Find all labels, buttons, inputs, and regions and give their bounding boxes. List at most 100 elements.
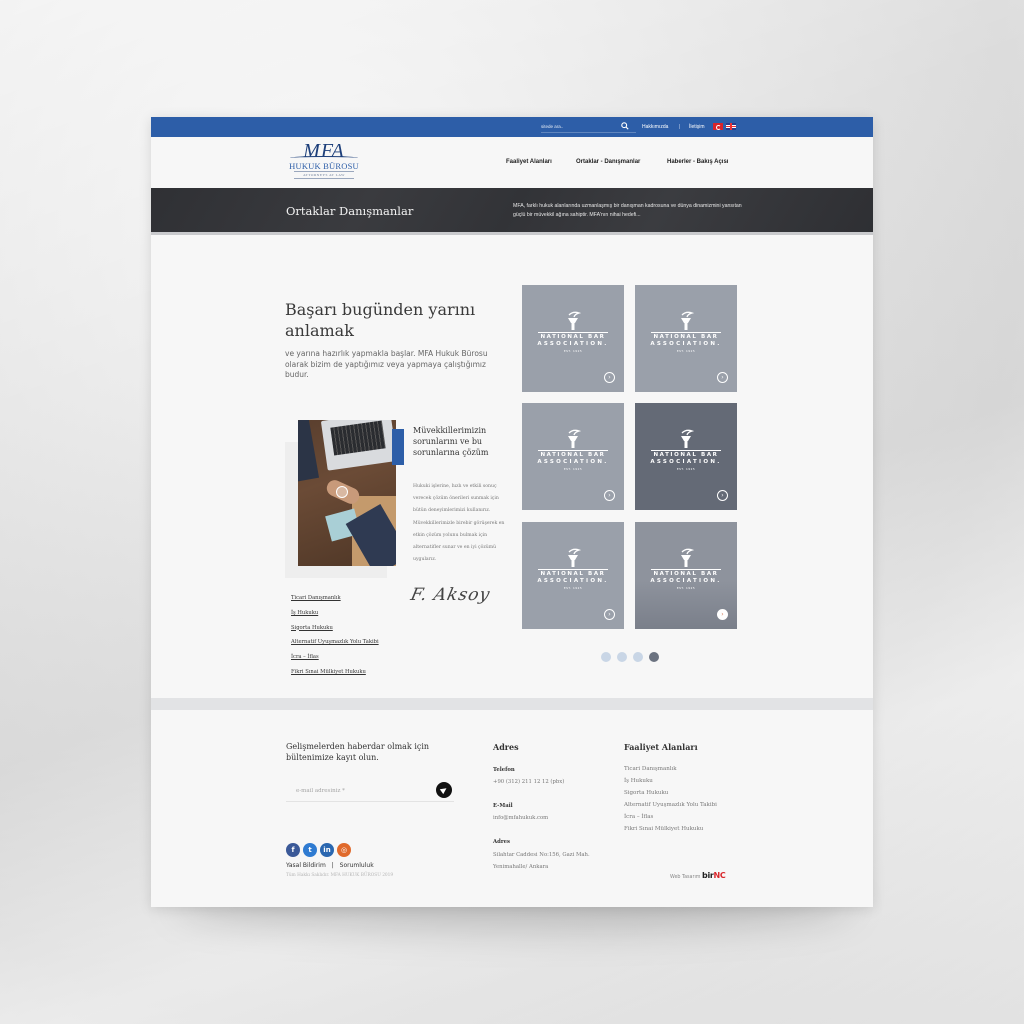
- phone-label: Telefon: [493, 767, 515, 773]
- footer-practice-link[interactable]: İcra – İflas: [624, 811, 717, 823]
- disclaimer-link[interactable]: Sorumluluk: [340, 862, 374, 869]
- footer-practice-link[interactable]: İş Hukuku: [624, 775, 717, 787]
- intro-lead: ve yarına hazırlık yapmakla başlar. MFA …: [285, 349, 488, 379]
- address-column-title: Adres: [493, 742, 519, 752]
- tile-est: EST. 1925: [563, 349, 583, 353]
- partner-tile[interactable]: NATIONAL BAR ASSOCIATION. EST. 1925 ›: [522, 522, 624, 629]
- card-text: Hukuki işlerine, hızlı ve etkili sonuç v…: [413, 484, 505, 563]
- arrow-right-icon[interactable]: ›: [717, 490, 728, 501]
- nav-practice-areas[interactable]: Faaliyet Alanları: [506, 157, 552, 167]
- nav-partners[interactable]: Ortaklar - Danışmanlar: [576, 157, 640, 167]
- topbar-separator: |: [679, 124, 681, 130]
- play-icon[interactable]: [336, 486, 348, 498]
- facebook-icon[interactable]: f: [286, 843, 300, 857]
- accent-bar: [392, 429, 404, 465]
- carousel-dot[interactable]: [633, 652, 643, 662]
- practice-link[interactable]: İş Hukuku: [291, 606, 379, 621]
- practice-link[interactable]: Fikri Sınai Mülkiyet Hukuku: [291, 665, 379, 680]
- tile-rule: [651, 569, 721, 570]
- torch-logo-icon: [568, 548, 581, 567]
- tile-title-line2: ASSOCIATION.: [650, 341, 722, 347]
- practice-area-list: Ticari Danışmanlık İş Hukuku Sigorta Huk…: [291, 591, 379, 680]
- phone-value[interactable]: +90 (312) 211 12 12 (pbx): [493, 776, 564, 788]
- credit-label: Web Tasarım: [670, 875, 701, 880]
- tile-title-line1: NATIONAL BAR: [540, 452, 606, 458]
- tile-rule: [538, 569, 608, 570]
- carousel-dot[interactable]: [617, 652, 627, 662]
- linkedin-icon[interactable]: in: [320, 843, 334, 857]
- footer-divider: [151, 698, 873, 710]
- email-label: E-Mail: [493, 803, 513, 809]
- page-title: Ortaklar Danışmanlar: [286, 204, 414, 218]
- footer-practice-list: Ticari Danışmanlık İş Hukuku Sigorta Huk…: [624, 763, 717, 835]
- top-bar: sitede ara.. Hakkımızda | İletişim: [151, 117, 873, 137]
- partner-tile[interactable]: NATIONAL BAR ASSOCIATION. EST. 1925 ›: [635, 285, 737, 392]
- newsletter-email-input[interactable]: [286, 780, 454, 802]
- tile-title-line1: NATIONAL BAR: [540, 571, 606, 577]
- search-icon[interactable]: [621, 122, 629, 130]
- tile-rule: [651, 450, 721, 451]
- newsletter-send-button[interactable]: [436, 782, 452, 798]
- design-credit[interactable]: Web Tasarım birNC: [670, 871, 726, 883]
- tile-title-line2: ASSOCIATION.: [650, 459, 722, 465]
- logo-name: HUKUK BÜROSU: [289, 161, 359, 171]
- arrow-right-icon[interactable]: ›: [717, 372, 728, 383]
- address-line-2: Yenimahalle/ Ankara: [493, 864, 549, 870]
- address-label: Adres: [493, 839, 510, 845]
- footer-practice-link[interactable]: Fikri Sınai Mülkiyet Hukuku: [624, 823, 717, 835]
- address-line-1: Silahtar Caddesi No:156, Gazi Mah.: [493, 852, 590, 858]
- torch-logo-icon: [681, 429, 694, 448]
- about-link[interactable]: Hakkımızda: [642, 122, 668, 132]
- tile-title-line2: ASSOCIATION.: [537, 578, 609, 584]
- website-mockup: sitede ara.. Hakkımızda | İletişim MFA H…: [151, 117, 873, 907]
- tile-est: EST. 1925: [676, 467, 696, 471]
- practice-column-title: Faaliyet Alanları: [624, 742, 698, 752]
- practice-link[interactable]: İcra – İflas: [291, 650, 379, 665]
- partner-tile[interactable]: NATIONAL BAR ASSOCIATION. EST. 1925 ›: [522, 285, 624, 392]
- carousel-dot[interactable]: [601, 652, 611, 662]
- arrow-right-icon[interactable]: ›: [604, 490, 615, 501]
- carousel-dot[interactable]: [649, 652, 659, 662]
- tile-title-line1: NATIONAL BAR: [540, 334, 606, 340]
- uk-flag-icon[interactable]: [726, 123, 736, 130]
- arrow-right-icon[interactable]: ›: [717, 609, 728, 620]
- footer-practice-link[interactable]: Ticari Danışmanlık: [624, 763, 717, 775]
- practice-link[interactable]: Ticari Danışmanlık: [291, 591, 379, 606]
- copyright: Tüm Hakkı Saklıdır. MFA HUKUK BÜROSU 201…: [286, 873, 394, 878]
- signature: F. Aksoy: [408, 585, 493, 605]
- intro-headline: Başarı bugünden yarını anlamak: [285, 300, 476, 340]
- partner-tile[interactable]: NATIONAL BAR ASSOCIATION. EST. 1925 ›: [635, 522, 737, 629]
- footer-practice-link[interactable]: Alternatif Uyuşmazlık Yolu Takibi: [624, 799, 717, 811]
- tile-est: EST. 1925: [563, 586, 583, 590]
- handshake-photo[interactable]: [298, 420, 396, 566]
- tile-rule: [538, 332, 608, 333]
- turkish-flag-icon[interactable]: [713, 123, 723, 130]
- newsletter-title: Gelişmelerden haberdar olmak için bülten…: [286, 742, 430, 762]
- nav-news[interactable]: Haberler - Bakış Açısı: [667, 157, 728, 167]
- torch-logo-icon: [568, 311, 581, 330]
- instagram-icon[interactable]: ◎: [337, 843, 351, 857]
- banner-description: MFA, farklı hukuk alanlarında uzmanlaşmı…: [513, 203, 742, 218]
- twitter-icon[interactable]: t: [303, 843, 317, 857]
- partner-tile[interactable]: NATIONAL BAR ASSOCIATION. EST. 1925 ›: [522, 403, 624, 510]
- tile-est: EST. 1925: [563, 467, 583, 471]
- credit-brand-logo: birNC: [702, 871, 726, 880]
- contact-link[interactable]: İletişim: [689, 122, 705, 132]
- logo[interactable]: MFA HUKUK BÜROSU ATTORNEYS AT LAW: [284, 141, 364, 185]
- legal-notice-link[interactable]: Yasal Bildirim: [286, 862, 326, 869]
- tile-title-line1: NATIONAL BAR: [653, 571, 719, 577]
- arrow-right-icon[interactable]: ›: [604, 372, 615, 383]
- practice-link[interactable]: Sigorta Hukuku: [291, 621, 379, 636]
- card-title: Müvekkillerimizin sorunlarını ve bu soru…: [413, 426, 489, 457]
- legal-links: Yasal Bildirim | Sorumluluk: [286, 861, 378, 871]
- torch-logo-icon: [681, 548, 694, 567]
- tile-title-line2: ASSOCIATION.: [537, 459, 609, 465]
- footer-practice-link[interactable]: Sigorta Hukuku: [624, 787, 717, 799]
- site-header: MFA HUKUK BÜROSU ATTORNEYS AT LAW Faaliy…: [151, 137, 873, 188]
- email-value[interactable]: info@mfahukuk.com: [493, 812, 548, 824]
- arrow-right-icon[interactable]: ›: [604, 609, 615, 620]
- practice-link[interactable]: Alternatif Uyuşmazlık Yolu Takibi: [291, 635, 379, 650]
- legal-separator: |: [331, 862, 334, 869]
- partner-tile[interactable]: NATIONAL BAR ASSOCIATION. EST. 1925 ›: [635, 403, 737, 510]
- tile-title-line2: ASSOCIATION.: [650, 578, 722, 584]
